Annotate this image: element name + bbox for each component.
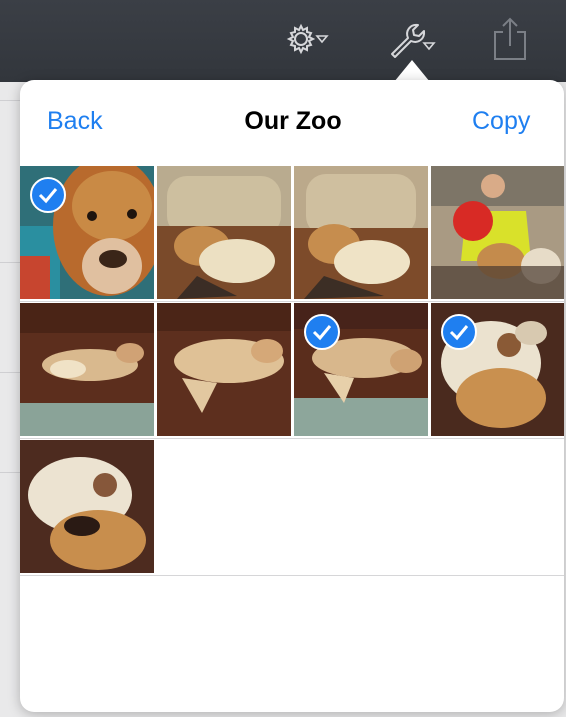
checkmark-icon [30, 177, 66, 213]
dog-cat-photo-icon [294, 166, 428, 299]
photo-thumbnail[interactable] [157, 303, 291, 436]
popover-nav-bar: Back Our Zoo Copy [20, 80, 564, 164]
photo-grid [20, 166, 564, 586]
checkmark-icon [304, 314, 340, 350]
gear-menu-icon[interactable] [284, 18, 334, 60]
photo-thumbnail[interactable] [157, 166, 291, 299]
popover-arrow [394, 60, 430, 82]
copy-button[interactable]: Copy [472, 107, 530, 136]
dog-couch-photo-icon [157, 303, 291, 436]
photo-thumbnail[interactable] [20, 440, 154, 573]
row-divider [20, 438, 564, 439]
child-balloon-photo-icon [431, 166, 564, 299]
photo-thumbnail[interactable] [20, 303, 154, 436]
toolbar [0, 0, 566, 82]
row-divider [20, 301, 564, 302]
dog-couch-photo-icon [20, 303, 154, 436]
album-popover: Back Our Zoo Copy [20, 80, 564, 712]
dogs-snuggle-photo-icon [20, 440, 154, 573]
wrench-menu-icon[interactable] [386, 18, 438, 60]
photo-thumbnail[interactable] [431, 166, 564, 299]
screen: Back Our Zoo Copy [0, 0, 566, 717]
row-divider [20, 575, 564, 576]
dog-cat-photo-icon [157, 166, 291, 299]
photo-thumbnail[interactable] [294, 166, 428, 299]
share-icon[interactable] [490, 16, 530, 60]
checkmark-icon [441, 314, 477, 350]
